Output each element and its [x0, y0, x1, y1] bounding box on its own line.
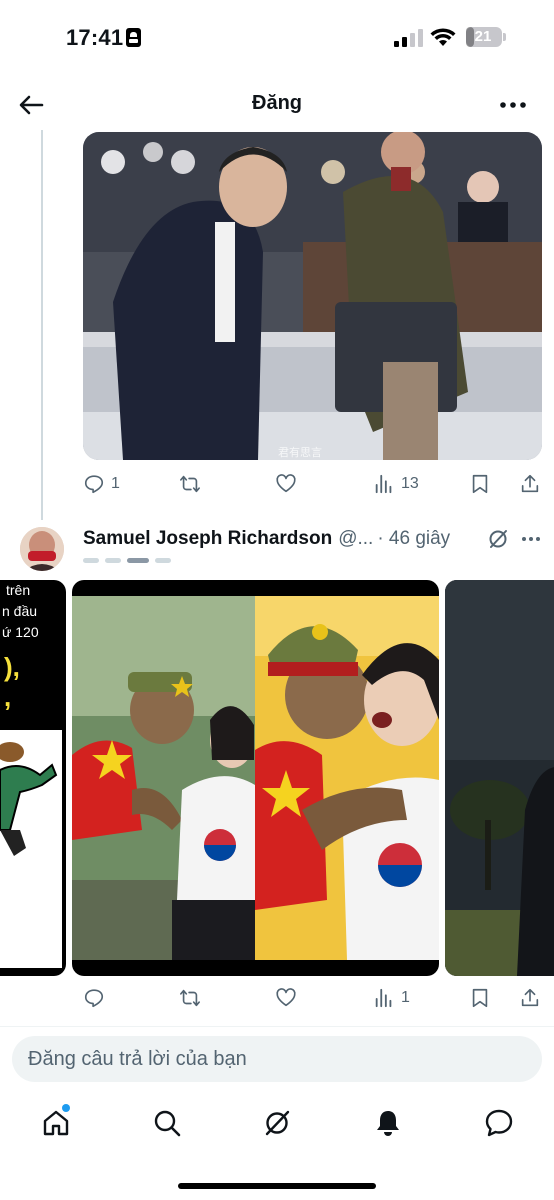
bottom-nav — [0, 1100, 554, 1150]
bookmark-button[interactable] — [469, 983, 491, 1013]
notifications-bell-icon[interactable] — [373, 1108, 403, 1138]
media-card-2[interactable] — [72, 580, 439, 976]
views-icon — [375, 988, 392, 1008]
page-title: Đăng — [252, 92, 302, 114]
carousel-dot — [105, 558, 121, 563]
photo-watermark: 君有思言 — [278, 447, 322, 459]
reply-icon — [84, 475, 104, 494]
battery-level: 21 — [474, 28, 492, 45]
cellular-signal-icon — [394, 29, 424, 47]
grok-nav-icon[interactable] — [262, 1108, 292, 1138]
reply-button[interactable] — [83, 983, 105, 1013]
carousel-dot — [155, 558, 171, 563]
media-card-3[interactable] — [445, 580, 554, 976]
battery-icon: 21 — [466, 27, 502, 47]
card1-panel — [0, 730, 62, 968]
header: Đăng — [0, 80, 554, 130]
like-button[interactable] — [275, 469, 297, 499]
author-name[interactable]: Samuel Joseph Richardson — [83, 528, 332, 550]
avatar[interactable] — [20, 527, 64, 571]
share-icon — [521, 474, 539, 493]
views-button[interactable]: 1 — [373, 983, 410, 1013]
avatar-image — [20, 527, 64, 571]
search-icon[interactable] — [152, 1108, 182, 1138]
reply-button[interactable]: 1 — [83, 469, 120, 499]
more-options-icon[interactable] — [498, 90, 528, 120]
card1-line-2: n đầu — [2, 603, 38, 619]
ceremony-photo — [83, 132, 542, 460]
card1-big-2: , — [4, 682, 12, 712]
repost-button[interactable] — [179, 983, 201, 1013]
post2-action-bar: 1 — [0, 983, 554, 1013]
view-count: 1 — [401, 989, 410, 1006]
bookmark-icon — [472, 474, 488, 494]
thread-connector-line — [41, 130, 43, 520]
reply-count: 1 — [111, 475, 120, 492]
wifi-icon — [430, 28, 456, 46]
card1-caption: trên n đầu ứ 120 — [2, 580, 39, 643]
views-icon — [375, 474, 392, 494]
status-time: 17:41 — [66, 25, 124, 50]
card1-line-3: ứ 120 — [2, 624, 39, 640]
heart-icon — [276, 474, 296, 493]
status-bar: 17:41 21 — [0, 0, 554, 72]
repost-icon — [180, 989, 200, 1007]
views-button[interactable]: 13 — [373, 469, 419, 499]
share-button[interactable] — [519, 983, 541, 1013]
home-indicator — [178, 1183, 376, 1189]
bookmark-button[interactable] — [469, 469, 491, 499]
reply-icon — [84, 989, 104, 1008]
card1-big-1: ), — [4, 652, 20, 682]
share-button[interactable] — [519, 469, 541, 499]
battery-tip — [503, 33, 506, 41]
like-button[interactable] — [275, 983, 297, 1013]
author-handle[interactable]: @... — [338, 528, 373, 550]
monkey-artwork — [72, 596, 439, 960]
divider — [0, 1026, 554, 1027]
post-photo[interactable]: 君有思言 — [83, 132, 542, 460]
view-count: 13 — [401, 475, 419, 492]
post-more-icon[interactable] — [520, 530, 542, 548]
card1-yellow-text: ), , — [4, 652, 20, 712]
heart-icon — [276, 988, 296, 1007]
messages-icon[interactable] — [484, 1108, 514, 1138]
post1-action-bar: 1 13 — [0, 469, 554, 499]
repost-icon — [180, 475, 200, 493]
media-card-1[interactable]: trên n đầu ứ 120 ), , — [0, 580, 66, 976]
carousel-dot — [83, 558, 99, 563]
grok-icon[interactable] — [486, 527, 510, 551]
repost-button[interactable] — [179, 469, 201, 499]
home-notification-dot — [62, 1104, 70, 1112]
contact-card-icon — [126, 28, 141, 47]
home-icon[interactable] — [41, 1108, 71, 1138]
share-icon — [521, 988, 539, 1007]
carousel-dot — [127, 558, 149, 563]
post-author-row: Samuel Joseph Richardson @... · 46 giây — [83, 526, 450, 552]
post-time: · 46 giây — [377, 528, 451, 549]
bookmark-icon — [472, 988, 488, 1008]
card1-line-1: trên — [6, 582, 31, 598]
cartoon-figure — [0, 742, 58, 856]
media-carousel[interactable]: trên n đầu ứ 120 ), , — [0, 580, 554, 976]
carousel-indicator — [83, 558, 171, 564]
dark-landscape — [445, 580, 554, 976]
reply-placeholder: Đăng câu trả lời của bạn — [28, 1048, 247, 1070]
reply-input[interactable]: Đăng câu trả lời của bạn — [12, 1036, 542, 1082]
